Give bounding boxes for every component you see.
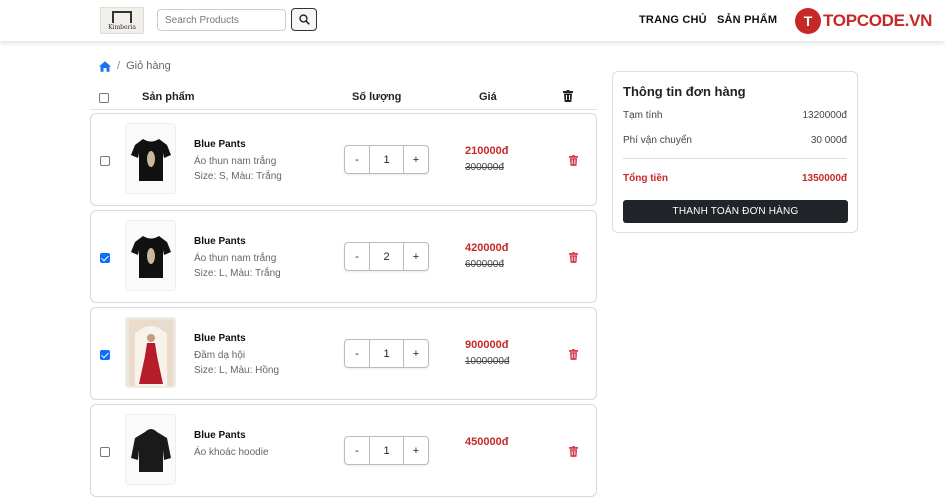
product-variant: Size: L, Màu: Trắng bbox=[194, 268, 281, 279]
brand-badge: T TOPCODE.VN bbox=[795, 8, 932, 34]
product-name[interactable]: Blue Pants bbox=[194, 430, 246, 441]
order-summary-card: Thông tin đơn hàng Tạm tính 1320000đ Phí… bbox=[612, 71, 858, 233]
product-price: 450000đ bbox=[465, 436, 509, 448]
trash-icon bbox=[569, 155, 578, 166]
shipping-value: 30 000đ bbox=[810, 135, 847, 146]
qty-plus-button[interactable]: + bbox=[404, 437, 428, 464]
row-checkbox[interactable] bbox=[100, 350, 110, 360]
product-old-price: 600000đ bbox=[465, 259, 504, 270]
logo-mark-icon bbox=[112, 10, 132, 23]
quantity-stepper: - 2 + bbox=[344, 242, 429, 271]
product-thumbnail[interactable] bbox=[125, 220, 176, 291]
nav-products-link[interactable]: SẢN PHẨM bbox=[717, 14, 777, 26]
search-button[interactable] bbox=[291, 8, 317, 31]
product-name[interactable]: Blue Pants bbox=[194, 139, 246, 150]
product-thumbnail[interactable] bbox=[125, 317, 176, 388]
total-label: Tổng tiền bbox=[623, 173, 668, 184]
product-old-price: 1000000đ bbox=[465, 356, 510, 367]
product-desc: Đầm dạ hội bbox=[194, 350, 246, 361]
product-thumbnail[interactable] bbox=[125, 414, 176, 485]
summary-title: Thông tin đơn hàng bbox=[623, 84, 746, 99]
product-desc: Áo thun nam trắng bbox=[194, 156, 277, 167]
breadcrumb-separator: / bbox=[117, 60, 121, 72]
qty-plus-button[interactable]: + bbox=[404, 340, 428, 367]
delete-all-button[interactable] bbox=[563, 90, 573, 105]
col-qty-header: Số lượng bbox=[352, 91, 402, 103]
summary-divider bbox=[623, 158, 847, 159]
search-icon bbox=[298, 14, 310, 25]
qty-minus-button[interactable]: - bbox=[345, 437, 369, 464]
col-product-header: Sản phẩm bbox=[142, 91, 195, 103]
store-logo[interactable]: Kimberia bbox=[100, 7, 144, 34]
product-desc: Áo thun nam trắng bbox=[194, 253, 277, 264]
product-old-price: 300000đ bbox=[465, 162, 504, 173]
dress-image bbox=[128, 319, 173, 386]
cart-row: Blue Pants Áo khoác hoodie - 1 + 450000đ bbox=[90, 404, 597, 497]
breadcrumb: / Giỏ hàng bbox=[99, 60, 171, 72]
remove-item-button[interactable] bbox=[569, 347, 578, 365]
product-variant: Size: S, Màu: Trắng bbox=[194, 171, 282, 182]
cart-row: Blue Pants Đầm dạ hội Size: L, Màu: Hồng… bbox=[90, 307, 597, 400]
cart-row: Blue Pants Áo thun nam trắng Size: S, Mà… bbox=[90, 113, 597, 206]
trash-icon bbox=[569, 252, 578, 263]
home-icon[interactable] bbox=[99, 60, 111, 72]
qty-value[interactable]: 2 bbox=[369, 243, 404, 270]
brand-icon: T bbox=[795, 8, 821, 34]
breadcrumb-current: Giỏ hàng bbox=[126, 60, 171, 72]
qty-minus-button[interactable]: - bbox=[345, 146, 369, 173]
product-price: 900000đ bbox=[465, 339, 509, 351]
logo-text: Kimberia bbox=[108, 23, 136, 31]
row-checkbox[interactable] bbox=[100, 156, 110, 166]
subtotal-label: Tạm tính bbox=[623, 110, 663, 121]
checkout-button[interactable]: THANH TOÁN ĐƠN HÀNG bbox=[623, 200, 848, 223]
quantity-stepper: - 1 + bbox=[344, 339, 429, 368]
qty-plus-button[interactable]: + bbox=[404, 146, 428, 173]
product-variant: Size: L, Màu: Hồng bbox=[194, 365, 280, 376]
row-checkbox[interactable] bbox=[100, 253, 110, 263]
qty-value[interactable]: 1 bbox=[369, 437, 404, 464]
product-name[interactable]: Blue Pants bbox=[194, 236, 246, 247]
quantity-stepper: - 1 + bbox=[344, 145, 429, 174]
qty-value[interactable]: 1 bbox=[369, 146, 404, 173]
row-checkbox[interactable] bbox=[100, 447, 110, 457]
remove-item-button[interactable] bbox=[569, 444, 578, 462]
select-all-checkbox[interactable] bbox=[99, 93, 109, 103]
quantity-stepper: - 1 + bbox=[344, 436, 429, 465]
subtotal-value: 1320000đ bbox=[802, 110, 848, 121]
trash-icon bbox=[569, 349, 578, 360]
tshirt-image bbox=[130, 235, 171, 278]
hoodie-image bbox=[130, 428, 171, 472]
product-desc: Áo khoác hoodie bbox=[194, 447, 269, 458]
tshirt-image bbox=[130, 138, 171, 181]
product-price: 420000đ bbox=[465, 242, 509, 254]
cart-row: Blue Pants Áo thun nam trắng Size: L, Mà… bbox=[90, 210, 597, 303]
remove-item-button[interactable] bbox=[569, 153, 578, 171]
qty-minus-button[interactable]: - bbox=[345, 340, 369, 367]
top-header: Kimberia TRANG CHỦ SẢN PHẨM T TOPCODE.VN bbox=[0, 0, 945, 41]
remove-item-button[interactable] bbox=[569, 250, 578, 268]
trash-icon bbox=[563, 90, 573, 102]
total-value: 1350000đ bbox=[801, 173, 847, 184]
col-price-header: Giá bbox=[479, 91, 497, 103]
nav-home-link[interactable]: TRANG CHỦ bbox=[639, 14, 707, 26]
qty-plus-button[interactable]: + bbox=[404, 243, 428, 270]
qty-value[interactable]: 1 bbox=[369, 340, 404, 367]
cart-table-header: Sản phẩm Số lượng Giá bbox=[90, 85, 597, 110]
shipping-label: Phí vận chuyển bbox=[623, 135, 692, 146]
product-thumbnail[interactable] bbox=[125, 123, 176, 194]
product-price: 210000đ bbox=[465, 145, 509, 157]
qty-minus-button[interactable]: - bbox=[345, 243, 369, 270]
product-name[interactable]: Blue Pants bbox=[194, 333, 246, 344]
brand-text: TOPCODE.VN bbox=[823, 11, 933, 30]
search-input[interactable] bbox=[157, 9, 286, 31]
